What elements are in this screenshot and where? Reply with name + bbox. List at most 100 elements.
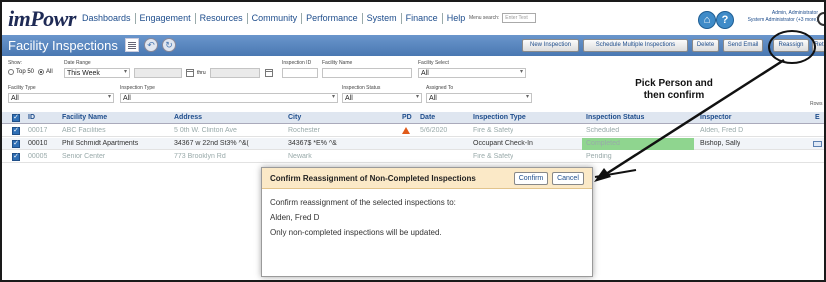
facility-name-input[interactable] [322,68,412,78]
chevron-down-icon: ▾ [107,94,111,100]
calendar-icon[interactable] [265,69,273,77]
user-role: System Administrator (+3 more) [747,17,818,23]
inspection-type-label: Inspection Type [120,85,155,91]
confirm-reassignment-dialog: Confirm Reassignment of Non-Completed In… [261,167,593,277]
row-checkbox[interactable]: ✓ [12,153,20,161]
menu-search-label: Menu search: [469,15,500,21]
col-address[interactable]: Address [174,114,202,121]
facility-type-value: All [11,95,19,102]
cell-address: 34367 w 22nd St3% ^&( [174,140,249,147]
inspection-id-input[interactable] [282,68,318,78]
cell-id: 00005 [28,153,48,160]
facility-type-select[interactable]: All ▾ [8,93,114,103]
assigned-to-label: Assigned To [426,85,454,91]
chevron-down-icon: ▾ [415,94,419,100]
screenshot-frame: imPowr Dashboards Engagement Resources C… [0,0,826,282]
start-date-input[interactable] [134,68,182,78]
top-navigation: imPowr Dashboards Engagement Resources C… [2,2,824,35]
main-menu: Dashboards Engagement Resources Communit… [78,13,469,24]
annotation-line-2: then confirm [643,90,705,101]
assigned-to-value: All [429,95,437,102]
cell-inspector: Alden, Fred D [700,127,744,134]
top50-radio[interactable] [8,69,14,75]
inspection-id-label: Inspection ID [282,60,312,66]
chevron-down-icon: ▾ [123,69,127,75]
assigned-to-select[interactable]: All ▾ [426,93,532,103]
end-date-input[interactable] [210,68,260,78]
back-icon[interactable]: ↶ [144,38,158,52]
nav-engagement[interactable]: Engagement [136,13,196,24]
cell-facility[interactable]: Phil Schmidt Apartments [62,140,138,147]
col-inspection-type[interactable]: Inspection Type [473,114,526,121]
cell-id: 00017 [28,127,48,134]
dialog-note: Only non-completed inspections will be u… [270,228,442,237]
annotation-circle [768,30,816,64]
confirm-button[interactable]: Confirm [514,172,548,185]
facility-select[interactable]: All ▾ [418,68,526,78]
cell-type: Occupant Check-In [473,140,533,147]
col-facility-name[interactable]: Facility Name [62,114,107,121]
send-email-button[interactable]: Send Email [723,39,763,52]
nav-help[interactable]: Help [443,13,470,24]
dialog-title: Confirm Reassignment of Non-Completed In… [270,174,476,183]
select-all-checkbox[interactable]: ✓ [12,114,20,122]
email-icon[interactable] [813,141,822,147]
nav-performance[interactable]: Performance [302,13,363,24]
cell-type: Fire & Safety [473,153,514,160]
inspection-status-label: Inspection Status [342,85,381,91]
show-label: Show: [8,60,22,66]
nav-system[interactable]: System [363,13,402,24]
avatar[interactable] [817,12,824,26]
col-inspection-status[interactable]: Inspection Status [586,114,644,121]
row-checkbox[interactable]: ✓ [12,140,20,148]
all-label: All [46,69,53,75]
dialog-body: Confirm reassignment of the selected ins… [270,195,456,240]
cancel-button[interactable]: Cancel [552,172,584,185]
col-inspector[interactable]: Inspector [700,114,732,121]
nav-finance[interactable]: Finance [402,13,443,24]
inspection-type-value: All [123,95,131,102]
nav-resources[interactable]: Resources [196,13,248,24]
menu-search: Menu search: Enter Text [469,13,537,23]
all-radio[interactable] [38,69,44,75]
date-range-select[interactable]: This Week ▾ [64,68,130,78]
cell-city: Newark [288,153,312,160]
col-e[interactable]: E [815,114,820,121]
nav-dashboards[interactable]: Dashboards [78,13,136,24]
inspection-status-value: All [345,95,353,102]
facility-select-label: Facility Select [418,60,449,66]
calendar-icon[interactable] [186,69,194,77]
cell-inspector: Bishop, Sally [700,140,741,147]
table-row[interactable]: ✓ 00010 Phil Schmidt Apartments 34367 w … [2,138,824,150]
col-date[interactable]: Date [420,114,435,121]
facility-name-label: Facility Name [322,60,353,66]
cell-status: Pending [586,153,612,160]
home-icon[interactable]: ⌂ [698,11,716,29]
cell-address: 5 0th W. Clinton Ave [174,127,237,134]
inspection-status-select[interactable]: All ▾ [342,93,422,103]
delete-button[interactable]: Delete [692,39,719,52]
table-row[interactable]: ✓ 00005 Senior Center 773 Brooklyn Rd Ne… [2,151,824,163]
col-id[interactable]: ID [28,114,35,121]
cell-facility[interactable]: Senior Center [62,153,105,160]
page-title: Facility Inspections [8,38,118,53]
col-pd[interactable]: PD [402,114,412,121]
menu-search-input[interactable]: Enter Text [502,13,537,23]
cell-facility[interactable]: ABC Facilities [62,127,106,134]
cell-date: 5/6/2020 [420,127,448,134]
inspection-type-select[interactable]: All ▾ [120,93,338,103]
help-icon[interactable]: ? [716,11,734,29]
annotation-line-1: Pick Person and [635,78,713,89]
row-checkbox[interactable]: ✓ [12,127,20,135]
refresh-icon[interactable]: ↻ [162,38,176,52]
new-inspection-button[interactable]: New Inspection [522,39,579,52]
app-logo[interactable]: imPowr [8,6,76,32]
nav-community[interactable]: Community [248,13,303,24]
date-range-label: Date Range [64,60,91,66]
schedule-multiple-button[interactable]: Schedule Multiple Inspections [583,39,688,52]
col-city[interactable]: City [288,114,301,121]
top50-label: Top 50 [16,69,35,75]
user-info[interactable]: Admin, Administrator System Administrato… [734,10,818,24]
table-row[interactable]: ✓ 00017 ABC Facilities 5 0th W. Clinton … [2,125,824,137]
pdf-icon[interactable] [125,38,139,52]
